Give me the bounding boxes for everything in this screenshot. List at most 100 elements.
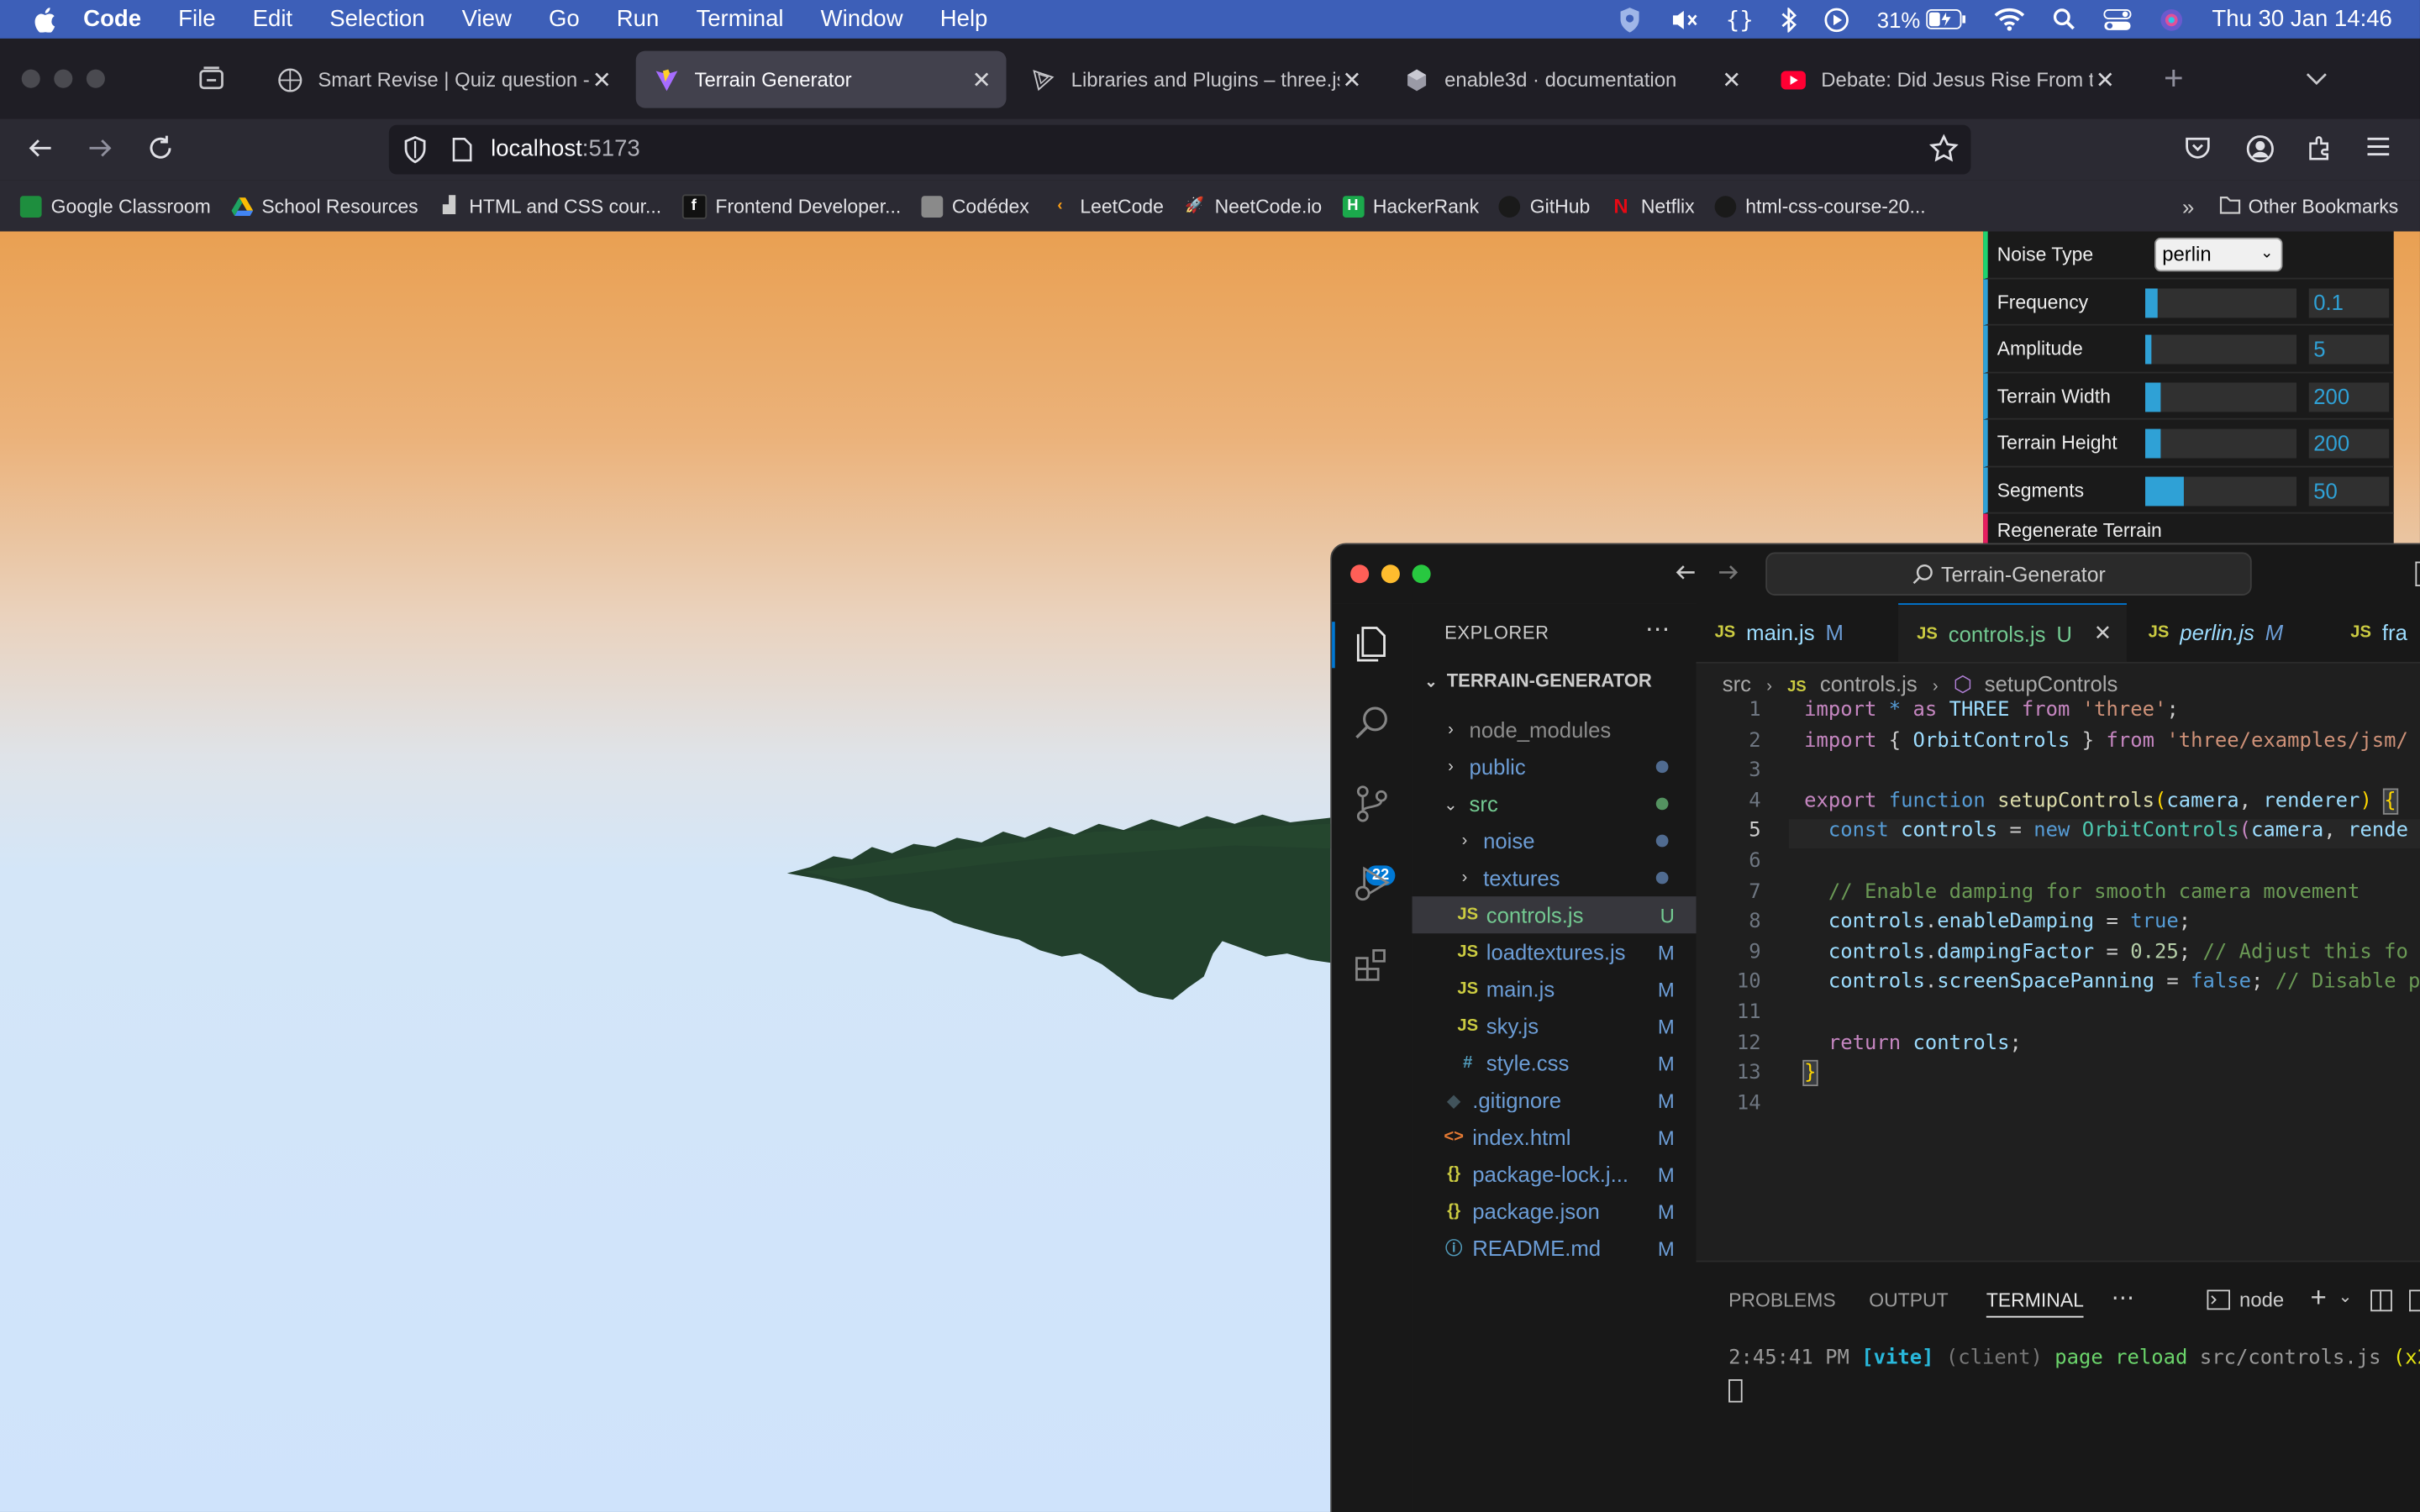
terminal-shell-selector[interactable]: node: [2207, 1289, 2284, 1311]
tab-controls-js[interactable]: JS controls.js U ✕: [1898, 603, 2127, 662]
forward-icon[interactable]: [87, 134, 114, 170]
minimize-window-button[interactable]: [54, 69, 73, 88]
minimize-window-button[interactable]: [1381, 564, 1400, 584]
apple-logo-icon[interactable]: [34, 7, 55, 32]
url-text[interactable]: localhost:5173: [491, 136, 640, 162]
menu-window[interactable]: Window: [821, 6, 903, 32]
chevron-down-icon[interactable]: ⌄: [2338, 1287, 2353, 1307]
address-bar[interactable]: localhost:5173: [388, 124, 1971, 175]
gui-number-input[interactable]: 200: [2308, 381, 2390, 412]
tree-item[interactable]: {} package-lock.j... M: [1413, 1156, 1697, 1193]
search-icon[interactable]: [1350, 702, 1393, 745]
menu-selection[interactable]: Selection: [329, 6, 424, 32]
gui-number-input[interactable]: 0.1: [2308, 287, 2390, 318]
extensions-icon[interactable]: [1350, 942, 1393, 985]
menu-run[interactable]: Run: [617, 6, 660, 32]
breadcrumb-folder[interactable]: src: [1723, 671, 1751, 696]
back-icon[interactable]: [26, 134, 54, 170]
tree-item[interactable]: JS sky.js M: [1413, 1007, 1697, 1044]
split-terminal-icon[interactable]: [2370, 1289, 2392, 1312]
tree-item[interactable]: › textures: [1413, 859, 1697, 896]
gui-number-input[interactable]: 200: [2308, 428, 2390, 459]
gui-number-input[interactable]: 5: [2308, 334, 2390, 365]
menu-terminal[interactable]: Terminal: [696, 6, 783, 32]
close-window-button[interactable]: [1350, 564, 1370, 584]
siri-icon[interactable]: [2160, 7, 2184, 31]
menu-help[interactable]: Help: [940, 6, 988, 32]
terminal-output[interactable]: 2:45:41 PM [vite] (client) page reload s…: [1728, 1347, 2420, 1370]
gui-slider[interactable]: [2145, 381, 2297, 412]
bluetooth-icon[interactable]: [1781, 7, 1797, 32]
bookmark-codedex[interactable]: Codédex: [921, 195, 1029, 218]
go-back-icon[interactable]: [1673, 560, 1697, 593]
bookmark-hackerrank[interactable]: H HackerRank: [1342, 195, 1479, 218]
tree-item[interactable]: ⓘ README.md M: [1413, 1230, 1697, 1267]
browser-tab[interactable]: Libraries and Plugins – three.js ✕: [1013, 51, 1376, 108]
go-forward-icon[interactable]: [1716, 560, 1740, 593]
source-control-icon[interactable]: [1350, 782, 1393, 825]
terrain-canvas[interactable]: Noise Type perlin ⌄ Frequency 0.1 Amplitud…: [0, 231, 2420, 1512]
close-tab-icon[interactable]: ✕: [590, 66, 614, 93]
browser-tab-active[interactable]: Terrain Generator ✕: [635, 50, 1007, 108]
tree-item[interactable]: # style.css M: [1413, 1044, 1697, 1081]
tree-item[interactable]: › node_modules: [1413, 711, 1697, 748]
app-menu-icon[interactable]: [2366, 134, 2391, 167]
menu-edit[interactable]: Edit: [253, 6, 292, 32]
close-tab-icon[interactable]: ✕: [1719, 66, 1744, 93]
menu-app-name[interactable]: Code: [83, 6, 141, 32]
page-info-icon[interactable]: [450, 137, 472, 170]
project-root[interactable]: ⌄ TERRAIN-GENERATOR: [1424, 669, 1652, 691]
new-terminal-icon[interactable]: +: [2311, 1282, 2327, 1315]
clock[interactable]: Thu 30 Jan 14:46: [2212, 6, 2391, 32]
tab-perlin-js[interactable]: JS perlin.js M: [2130, 603, 2331, 662]
layout-icon[interactable]: [2415, 561, 2420, 586]
battery-icon[interactable]: [1926, 9, 1967, 29]
noise-type-select[interactable]: perlin ⌄: [2154, 237, 2283, 272]
command-center-search[interactable]: Terrain-Generator: [1765, 552, 2252, 596]
bookmark-html-css-course[interactable]: ▟ HTML and CSS cour...: [439, 195, 661, 217]
gui-number-input[interactable]: 50: [2308, 475, 2390, 506]
browser-tab[interactable]: Smart Revise | Quiz question - I ✕: [260, 51, 627, 108]
tree-item[interactable]: JS loadtextures.js M: [1413, 933, 1697, 970]
breadcrumb-file[interactable]: controls.js: [1820, 671, 1918, 696]
firefox-view-icon[interactable]: [197, 65, 225, 100]
tree-item[interactable]: ◆ .gitignore M: [1413, 1082, 1697, 1119]
menu-view[interactable]: View: [462, 6, 512, 32]
wifi-icon[interactable]: [1994, 8, 2025, 31]
menu-go[interactable]: Go: [549, 6, 580, 32]
gui-slider[interactable]: [2145, 428, 2297, 459]
play-circle-icon[interactable]: [1824, 7, 1849, 32]
pocket-icon[interactable]: [2184, 134, 2212, 170]
bookmark-github[interactable]: GitHub: [1499, 195, 1590, 218]
control-center-icon[interactable]: [2103, 8, 2132, 30]
tree-item[interactable]: › public: [1413, 748, 1697, 785]
tree-item[interactable]: › noise: [1413, 822, 1697, 859]
kill-terminal-icon[interactable]: [2409, 1289, 2420, 1312]
list-all-tabs-icon[interactable]: [2306, 66, 2328, 94]
account-icon[interactable]: [2245, 134, 2275, 171]
zoom-window-button[interactable]: [86, 69, 105, 88]
tracking-protection-shield-icon[interactable]: [402, 135, 427, 171]
bookmark-star-icon[interactable]: [1928, 134, 1959, 171]
bookmark-html-css-course-2[interactable]: html-css-course-20...: [1714, 195, 1926, 218]
gui-slider[interactable]: [2145, 475, 2297, 506]
bookmark-netflix[interactable]: N Netflix: [1610, 194, 1694, 218]
reload-icon[interactable]: [146, 134, 174, 170]
tree-item[interactable]: ⌄ src: [1413, 785, 1697, 822]
tab-terminal[interactable]: TERMINAL: [1986, 1289, 2084, 1318]
menu-file[interactable]: File: [178, 6, 215, 32]
tab-fractal-js[interactable]: JS fra: [2332, 603, 2420, 662]
explorer-files-icon[interactable]: [1350, 622, 1393, 664]
tree-item[interactable]: <> index.html M: [1413, 1119, 1697, 1156]
bookmark-frontend-developer[interactable]: f Frontend Developer...: [681, 193, 901, 218]
bookmark-google-classroom[interactable]: Google Classroom: [19, 195, 211, 218]
gui-slider[interactable]: [2145, 287, 2297, 318]
gui-slider[interactable]: [2145, 334, 2297, 365]
tree-item[interactable]: {} package.json M: [1413, 1193, 1697, 1230]
close-tab-icon[interactable]: ✕: [2094, 620, 2112, 646]
browser-tab[interactable]: Debate: Did Jesus Rise From the ✕: [1763, 51, 2130, 108]
close-tab-icon[interactable]: ✕: [1339, 66, 1364, 93]
zoom-window-button[interactable]: [1412, 564, 1431, 584]
close-tab-icon[interactable]: ✕: [969, 66, 993, 93]
vpn-shield-icon[interactable]: [1618, 5, 1642, 33]
